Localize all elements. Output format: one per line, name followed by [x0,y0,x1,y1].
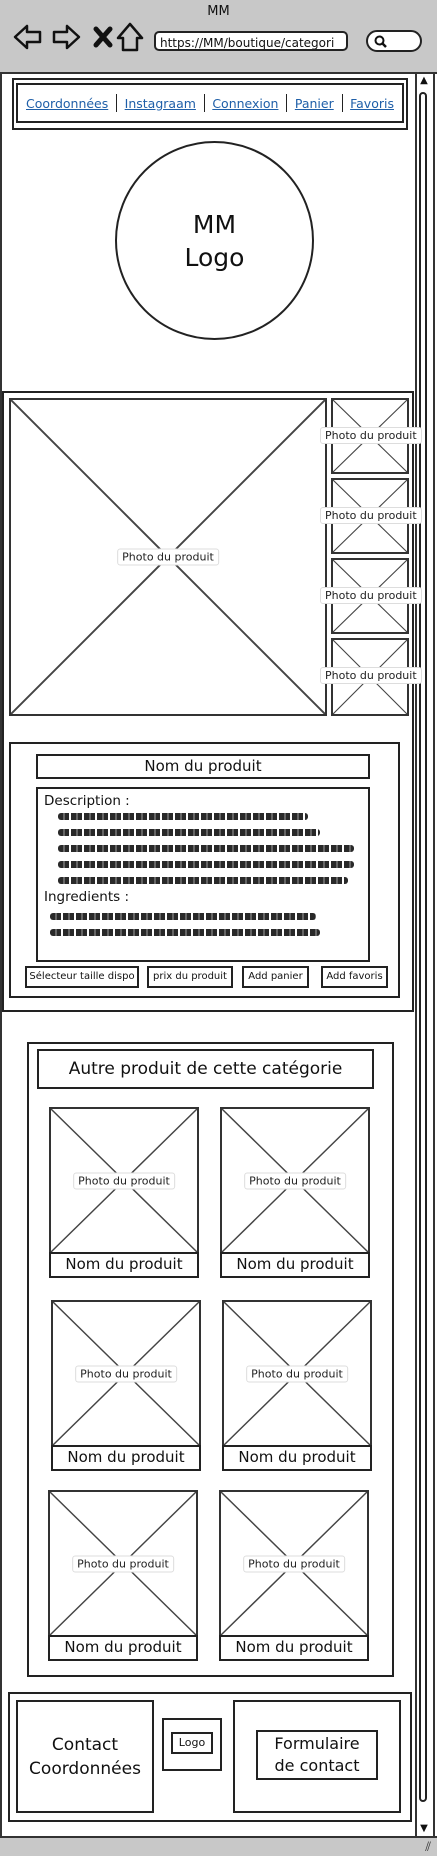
logo-line2: Logo [184,242,245,272]
search-field[interactable] [366,30,422,52]
add-to-cart-button[interactable]: Add panier [242,966,309,988]
related-product-name[interactable]: Nom du produit [49,1252,199,1278]
description-text-line [58,861,354,868]
related-product-name[interactable]: Nom du produit [219,1635,369,1661]
contact-form-button[interactable]: Formulaire de contact [256,1730,378,1780]
price-button[interactable]: prix du produit [147,966,233,988]
related-products-title: Autre produit de cette catégorie [37,1049,374,1089]
footer-logo[interactable]: Logo [171,1732,213,1754]
thumbnail-label: Photo du produit [320,427,422,444]
logo-line1: MM [192,209,237,239]
thumbnail-label: Photo du produit [320,667,422,684]
related-product-name[interactable]: Nom du produit [51,1445,201,1471]
status-bar: ⫽ [0,1836,437,1856]
size-selector-button[interactable]: Sélecteur taille dispo [25,966,139,988]
nav-link-panier[interactable]: Panier [287,96,342,111]
footer-logo-frame: Logo [162,1718,222,1771]
photo-label: Photo du produit [246,1365,348,1382]
related-product-name[interactable]: Nom du produit [220,1252,370,1278]
vertical-scrollbar[interactable]: ▲ ▼ [415,74,431,1836]
photo-label: Photo du produit [244,1172,346,1189]
scroll-down-icon[interactable]: ▼ [417,1822,431,1836]
back-arrow-icon[interactable] [12,20,44,54]
ingredients-text-line [50,913,316,920]
description-label: Description : [44,793,130,809]
footer-contact[interactable]: Contact Coordonnées [16,1700,154,1813]
photo-label: Photo du produit [75,1365,177,1382]
footer-contact-line1: Contact [51,1734,119,1755]
add-to-favorites-button[interactable]: Add favoris [321,966,388,988]
description-text-line [58,877,348,884]
thumbnail-label: Photo du produit [320,507,422,524]
product-name: Nom du produit [36,754,370,779]
thumbnail-label: Photo du produit [320,587,422,604]
window-title: MM [207,4,230,19]
contact-form-line1: Formulaire [274,1734,360,1753]
scroll-thumb[interactable] [419,92,427,1802]
main-product-photo[interactable]: Photo du produit [9,398,327,716]
nav-link-favoris[interactable]: Favoris [342,96,402,111]
nav-links-bar: Coordonnées Instagraam Connexion Panier … [16,83,404,123]
ingredients-text-line [50,929,320,936]
photo-label: Photo du produit [73,1172,175,1189]
top-navigation: Coordonnées Instagraam Connexion Panier … [12,78,408,130]
home-icon[interactable] [114,20,146,54]
nav-link-instagram[interactable]: Instagraam [117,96,204,111]
search-icon [374,35,387,48]
photo-label: Photo du produit [243,1555,345,1572]
site-logo[interactable]: MM Logo [115,141,314,340]
product-description-box: Description : Ingredients : [36,787,370,962]
related-product-photo[interactable]: Photo du produit [49,1107,199,1254]
description-text-line [58,829,320,836]
related-product-photo[interactable]: Photo du produit [48,1490,198,1637]
related-product-photo[interactable]: Photo du produit [51,1300,201,1447]
footer-contact-line2: Coordonnées [29,1758,141,1779]
address-bar[interactable]: https://MM/boutique/categori [154,31,348,51]
contact-form-line2: de contact [274,1756,360,1775]
scroll-up-icon[interactable]: ▲ [417,74,431,88]
photo-label: Photo du produit [72,1555,174,1572]
nav-link-coordonnees[interactable]: Coordonnées [18,96,116,111]
photo-label: Photo du produit [117,548,219,566]
browser-toolbar: MM https://MM/boutique/categori [0,0,437,74]
ingredients-label: Ingredients : [44,889,130,905]
resize-grip-icon[interactable]: ⫽ [425,1840,431,1855]
related-product-photo[interactable]: Photo du produit [220,1107,370,1254]
related-product-name[interactable]: Nom du produit [222,1445,372,1471]
forward-arrow-icon[interactable] [50,20,82,54]
related-product-name[interactable]: Nom du produit [48,1635,198,1661]
description-text-line [58,845,354,852]
nav-link-connexion[interactable]: Connexion [204,96,286,111]
related-product-photo[interactable]: Photo du produit [219,1490,369,1637]
related-product-photo[interactable]: Photo du produit [222,1300,372,1447]
description-text-line [58,813,308,820]
footer-form-frame: Formulaire de contact [233,1700,401,1813]
